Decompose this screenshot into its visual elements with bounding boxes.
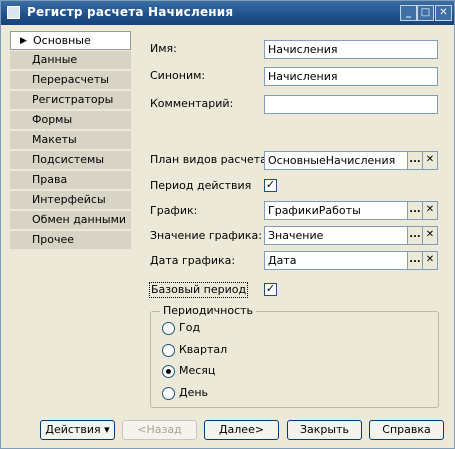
nav-item-obmen-dannymi[interactable]: Обмен данными bbox=[10, 211, 131, 230]
schedule-clear-button[interactable]: ✕ bbox=[422, 201, 438, 220]
comment-field[interactable] bbox=[264, 95, 438, 114]
next-button[interactable]: Далее> bbox=[204, 420, 279, 440]
schedule-value-field[interactable]: Значение bbox=[264, 226, 408, 245]
nav-item-formy[interactable]: Формы bbox=[10, 111, 131, 130]
nav-item-label: Основные bbox=[33, 34, 91, 47]
dialog-window: Регистр расчета Начисления _ □ ✕ ▶ Основ… bbox=[0, 0, 455, 449]
base-period-checkbox[interactable]: ✓ bbox=[264, 283, 277, 296]
schedule-select-button[interactable]: ... bbox=[407, 201, 423, 220]
radio-year-label[interactable]: Год bbox=[179, 321, 200, 335]
schedule-date-label: Дата графика: bbox=[150, 254, 236, 267]
nav-item-osnovnye[interactable]: ▶ Основные bbox=[10, 31, 131, 50]
comment-label: Комментарий: bbox=[150, 97, 234, 110]
schedule-label: График: bbox=[150, 204, 198, 217]
synonym-label: Синоним: bbox=[150, 69, 206, 82]
plan-clear-button[interactable]: ✕ bbox=[422, 151, 438, 170]
radio-quarter[interactable] bbox=[162, 344, 175, 357]
radio-month-label[interactable]: Месяц bbox=[179, 364, 215, 378]
nav-item-label: Прочее bbox=[32, 233, 75, 246]
radio-selected-dot bbox=[166, 369, 171, 374]
schedule-date-field[interactable]: Дата bbox=[264, 251, 408, 270]
nav-item-label: Обмен данными bbox=[32, 213, 127, 226]
actions-label: Действия bbox=[45, 423, 101, 436]
nav-item-label: Перерасчеты bbox=[32, 73, 109, 86]
plan-label: План видов расчета: bbox=[150, 153, 271, 166]
current-section-arrow-icon: ▶ bbox=[20, 36, 27, 46]
schedule-value-label: Значение графика: bbox=[150, 229, 263, 242]
back-button[interactable]: <Назад bbox=[122, 420, 197, 440]
synonym-field[interactable]: Начисления bbox=[264, 67, 438, 86]
nav-item-registratory[interactable]: Регистраторы bbox=[10, 91, 131, 110]
nav-item-dannye[interactable]: Данные bbox=[10, 51, 131, 70]
nav-item-podsistemy[interactable]: Подсистемы bbox=[10, 151, 131, 170]
radio-quarter-label[interactable]: Квартал bbox=[179, 343, 227, 357]
nav-item-label: Права bbox=[32, 173, 68, 186]
periodicity-title: Периодичность bbox=[160, 304, 257, 318]
close-window-button[interactable]: ✕ bbox=[435, 5, 452, 21]
base-period-label: Базовый период bbox=[149, 282, 249, 298]
nav-item-label: Регистраторы bbox=[32, 93, 114, 106]
nav-item-makety[interactable]: Макеты bbox=[10, 131, 131, 150]
radio-month[interactable] bbox=[162, 365, 175, 378]
radio-year[interactable] bbox=[162, 322, 175, 335]
radio-day[interactable] bbox=[162, 387, 175, 400]
close-button[interactable]: Закрыть bbox=[287, 420, 362, 440]
nav-item-label: Данные bbox=[32, 53, 78, 66]
schedule-date-clear-button[interactable]: ✕ bbox=[422, 251, 438, 270]
name-label: Имя: bbox=[150, 42, 177, 55]
nav-item-prochee[interactable]: Прочее bbox=[10, 231, 131, 250]
minimize-button[interactable]: _ bbox=[400, 5, 417, 21]
schedule-date-select-button[interactable]: ... bbox=[407, 251, 423, 270]
schedule-value-clear-button[interactable]: ✕ bbox=[422, 226, 438, 245]
window-icon bbox=[7, 6, 20, 19]
nav-item-label: Макеты bbox=[32, 133, 77, 146]
actions-button[interactable]: Действия ▾ bbox=[40, 420, 115, 440]
nav-item-label: Интерфейсы bbox=[32, 193, 106, 206]
nav-item-interfeysy[interactable]: Интерфейсы bbox=[10, 191, 131, 210]
title-bar[interactable]: Регистр расчета Начисления _ □ ✕ bbox=[1, 1, 454, 25]
radio-day-label[interactable]: День bbox=[179, 386, 208, 400]
maximize-button[interactable]: □ bbox=[417, 5, 434, 21]
dropdown-arrow-icon: ▾ bbox=[104, 423, 110, 436]
period-checkbox[interactable]: ✓ bbox=[264, 179, 277, 192]
plan-select-button[interactable]: ... bbox=[407, 151, 423, 170]
nav-item-label: Подсистемы bbox=[32, 153, 105, 166]
help-button[interactable]: Справка bbox=[369, 420, 444, 440]
nav-item-label: Формы bbox=[32, 113, 73, 126]
period-label: Период действия bbox=[150, 179, 252, 192]
nav-item-prava[interactable]: Права bbox=[10, 171, 131, 190]
window-title: Регистр расчета Начисления bbox=[27, 5, 234, 19]
schedule-field[interactable]: ГрафикиРаботы bbox=[264, 201, 408, 220]
name-field[interactable]: Начисления bbox=[264, 40, 438, 59]
nav-item-pereraschety[interactable]: Перерасчеты bbox=[10, 71, 131, 90]
schedule-value-select-button[interactable]: ... bbox=[407, 226, 423, 245]
sections-nav: ▶ Основные Данные Перерасчеты Регистрато… bbox=[10, 31, 131, 251]
plan-field[interactable]: ОсновныеНачисления bbox=[264, 151, 408, 170]
